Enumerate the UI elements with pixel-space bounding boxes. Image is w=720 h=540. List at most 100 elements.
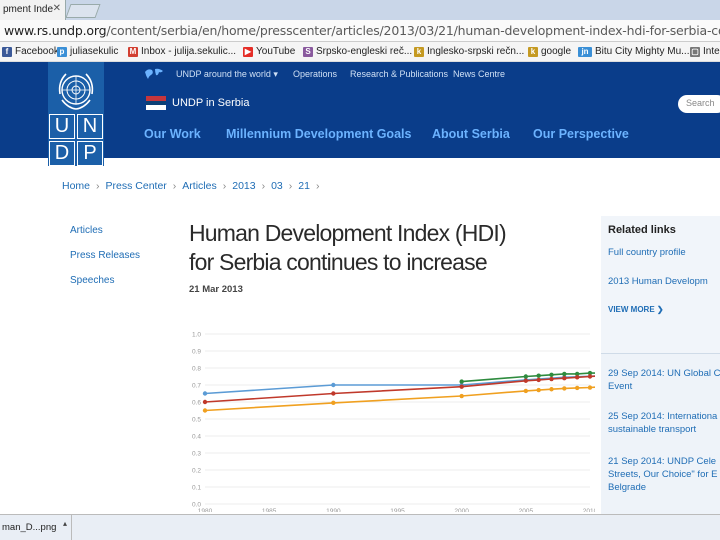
logo-letter-d: D xyxy=(49,141,75,166)
bookmark-label: Bitu City Mighty Mu... xyxy=(595,46,690,57)
breadcrumb-home[interactable]: Home xyxy=(62,180,90,192)
breadcrumb-separator: › xyxy=(222,180,227,192)
bookmark-youtube[interactable]: ▶ YouTube xyxy=(243,46,295,57)
url-host: www.rs.undp.org xyxy=(4,23,107,38)
tab-strip: pment Inde ✕ xyxy=(0,0,720,20)
chart-x-tick-label: 2005 xyxy=(519,508,534,512)
mainnav-about-serbia[interactable]: About Serbia xyxy=(432,127,510,141)
bookmark-label: Inglesko-srpski rečn... xyxy=(427,46,525,57)
section-nav-articles[interactable]: Articles xyxy=(70,225,140,236)
chart-point xyxy=(562,386,567,391)
download-item[interactable]: man_D...png ▴ xyxy=(0,515,72,540)
chart-x-tick-label: 1985 xyxy=(262,508,277,512)
download-filename: man_D...png xyxy=(2,522,57,533)
logo-letter-p: P xyxy=(77,141,103,166)
breadcrumb-articles[interactable]: Articles xyxy=(182,180,216,192)
chart-point xyxy=(202,399,208,405)
topnav-operations[interactable]: Operations xyxy=(293,69,337,79)
chart-y-tick-label: 0.2 xyxy=(192,468,201,475)
dictionary-icon: k xyxy=(414,46,424,57)
breadcrumb-separator: › xyxy=(172,180,177,192)
topnav-around-the-world[interactable]: UNDP around the world ▾ xyxy=(176,69,278,80)
bookmark-inbox[interactable]: M Inbox - julija.sekulic... xyxy=(128,46,236,57)
browser-window: pment Inde ✕ www.rs.undp.org/content/ser… xyxy=(0,0,720,540)
bookmark-label: Inter xyxy=(703,46,720,57)
topnav-news-centre[interactable]: News Centre xyxy=(453,69,505,79)
un-emblem-icon xyxy=(58,73,94,110)
topnav-research-publications[interactable]: Research & Publications xyxy=(350,69,448,79)
bookmark-label: YouTube xyxy=(256,46,296,57)
profile-icon: p xyxy=(57,46,67,57)
chart-point xyxy=(549,376,554,382)
chart-point xyxy=(523,378,529,383)
download-menu-arrow-icon[interactable]: ▴ xyxy=(63,519,67,528)
bookmark-srpsko-engleski[interactable]: S Srpsko-engleski reč... xyxy=(303,46,412,57)
bookmark-label: Inbox - julija.sekulic... xyxy=(141,46,237,57)
bookmark-inter[interactable]: ▢Inter xyxy=(690,46,720,57)
article-date: 21 Mar 2013 xyxy=(189,284,243,295)
tab-close-icon[interactable]: ✕ xyxy=(53,3,61,14)
chart-y-tick-label: 0.6 xyxy=(192,400,201,407)
article-title: Human Development Index (HDI) for Serbia… xyxy=(189,219,589,277)
news-headline-line: Belgrade xyxy=(608,482,647,493)
chart-point xyxy=(202,408,208,413)
breadcrumb-separator: › xyxy=(288,180,293,192)
chart-point xyxy=(549,372,554,377)
breadcrumb-separator: › xyxy=(261,180,266,192)
bookmark-juliasekulic[interactable]: p juliasekulic xyxy=(57,46,118,57)
news-item[interactable]: 29 Sep 2014: UN Global C Event xyxy=(608,367,720,393)
browser-tab-active[interactable]: pment Inde ✕ xyxy=(0,0,66,20)
breadcrumb-month[interactable]: 03 xyxy=(271,180,283,192)
breadcrumb-year[interactable]: 2013 xyxy=(232,180,255,192)
chart-point xyxy=(459,393,464,399)
chart-point xyxy=(562,371,567,377)
related-links-title: Related links xyxy=(608,224,676,236)
mainnav-our-work[interactable]: Our Work xyxy=(144,127,201,141)
news-headline-line: 25 Sep 2014: Internationa xyxy=(608,411,718,422)
youtube-icon: ▶ xyxy=(243,46,253,57)
section-nav-press-releases[interactable]: Press Releases xyxy=(70,250,140,261)
bookmark-google[interactable]: k google xyxy=(528,46,571,57)
serbia-flag-icon xyxy=(146,96,166,111)
search-input[interactable]: Search xyxy=(678,95,720,113)
breadcrumb-separator: › xyxy=(315,180,320,192)
chart-y-tick-label: 1.0 xyxy=(192,332,201,339)
chart-y-tick-label: 0.8 xyxy=(192,366,201,373)
world-map-icon xyxy=(145,68,163,79)
address-bar[interactable]: www.rs.undp.org/content/serbia/en/home/p… xyxy=(0,20,720,42)
view-more-link[interactable]: VIEW MORE ❯ xyxy=(608,305,664,314)
bookmark-label: juliasekulic xyxy=(70,46,119,57)
chart-point xyxy=(587,385,593,390)
breadcrumb-separator: › xyxy=(96,180,100,192)
section-nav-speeches[interactable]: Speeches xyxy=(70,275,140,286)
bookmark-facebook[interactable]: f Facebook xyxy=(2,46,59,57)
news-item[interactable]: 25 Sep 2014: Internationa sustainable tr… xyxy=(608,410,720,436)
breadcrumb-day[interactable]: 21 xyxy=(298,180,310,192)
related-link-country-profile[interactable]: Full country profile xyxy=(608,247,686,258)
mainnav-mdgs[interactable]: Millennium Development Goals xyxy=(226,127,411,141)
chart-y-tick-label: 0.1 xyxy=(192,485,201,492)
news-item[interactable]: 21 Sep 2014: UNDP Cele Streets, Our Choi… xyxy=(608,455,720,494)
logo-letter-u: U xyxy=(49,114,75,139)
breadcrumb-press-center[interactable]: Press Center xyxy=(106,180,167,192)
bookmark-inglesko-srpski[interactable]: k Inglesko-srpski rečn... xyxy=(414,46,524,57)
chart-y-tick-label: 0.7 xyxy=(192,383,201,390)
bookmark-bitu-city[interactable]: jn Bitu City Mighty Mu... xyxy=(578,46,689,57)
chart-point xyxy=(523,388,529,394)
chart-x-tick-label: 1980 xyxy=(198,508,213,512)
chart-point xyxy=(331,391,336,396)
breadcrumb: Home › Press Center › Articles › 2013 › 03 › … xyxy=(62,180,319,192)
chart-point xyxy=(536,387,541,393)
undp-letters: U N D P xyxy=(48,114,104,166)
url-text[interactable]: www.rs.undp.org/content/serbia/en/home/p… xyxy=(4,23,720,38)
new-tab-button[interactable] xyxy=(65,4,101,18)
chart-y-tick-label: 0.4 xyxy=(192,434,201,441)
chart-point xyxy=(536,377,541,383)
related-link-hdr-2013[interactable]: 2013 Human Developm xyxy=(608,276,708,287)
mainnav-our-perspective[interactable]: Our Perspective xyxy=(533,127,629,141)
facebook-icon: f xyxy=(2,46,12,57)
undp-logo[interactable]: U N D P xyxy=(48,62,104,166)
chart-point xyxy=(536,373,541,378)
country-selector[interactable]: UNDP in Serbia xyxy=(146,96,249,111)
chart-point xyxy=(574,385,580,391)
